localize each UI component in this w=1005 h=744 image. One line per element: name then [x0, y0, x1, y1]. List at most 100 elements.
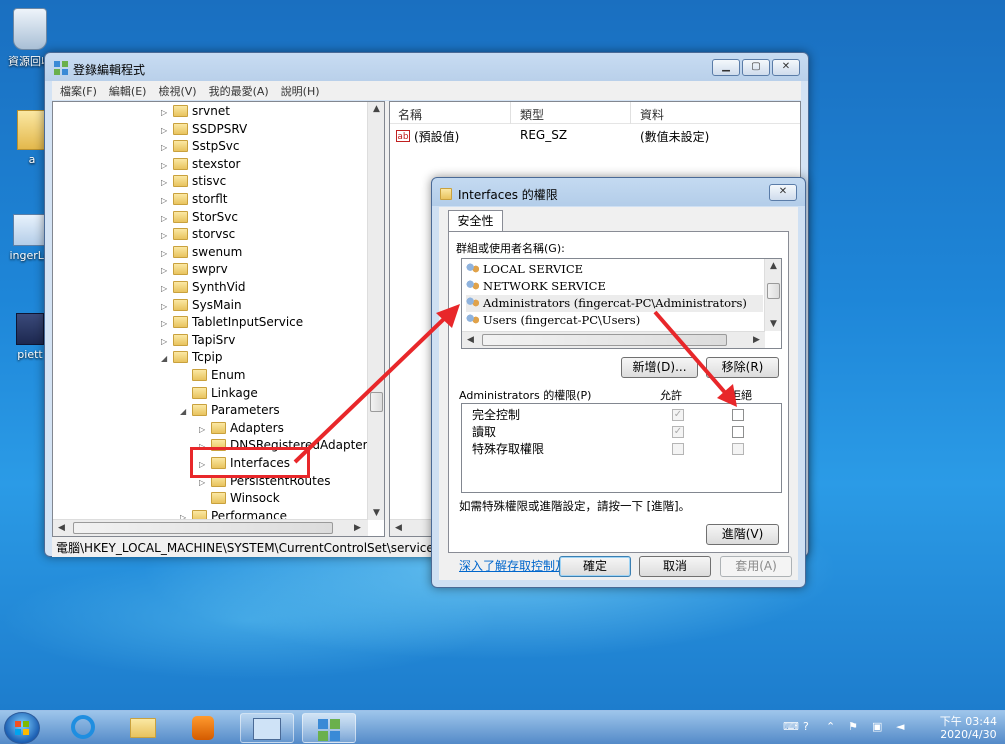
scroll-up-icon[interactable]: ▲ [765, 261, 781, 271]
keyboard-icon[interactable]: ⌨ [783, 720, 799, 734]
expand-arrow-icon[interactable]: ▷ [161, 280, 171, 297]
ok-button[interactable]: 確定 [559, 556, 631, 577]
tree-scroll-thumb[interactable] [370, 392, 383, 412]
deny-checkbox[interactable] [732, 443, 744, 455]
dialog-close-button[interactable]: ✕ [769, 184, 797, 201]
add-button[interactable]: 新增(D)... [621, 357, 698, 378]
registry-titlebar[interactable]: 登錄編輯程式 ▁ ▢ ✕ [45, 53, 808, 81]
expand-arrow-icon[interactable]: ▷ [161, 315, 171, 332]
ie-taskbar-icon[interactable] [56, 713, 110, 743]
tree-node-winsock[interactable]: Winsock [199, 490, 280, 507]
help-icon[interactable]: ? [803, 720, 817, 734]
expanded-arrow-icon[interactable]: ◢ [180, 403, 190, 420]
user-list-item[interactable]: LOCAL SERVICE [466, 261, 583, 278]
clock[interactable]: 下午 03:44 2020/4/30 [940, 715, 997, 741]
user-list-item[interactable]: Administrators (fingercat-PC\Administrat… [466, 295, 763, 312]
menu-help[interactable]: 說明(H) [281, 83, 320, 99]
flag-icon[interactable]: ⚑ [848, 720, 862, 734]
scroll-down-icon[interactable]: ▼ [765, 319, 781, 329]
tree-node-srvnet[interactable]: ▷ srvnet [161, 103, 230, 120]
user-list-item[interactable]: Users (fingercat-PC\Users) [466, 312, 640, 329]
network-tray-icon[interactable]: ▣ [872, 720, 886, 734]
chevron-icon[interactable]: ⌃ [826, 720, 840, 734]
menu-file[interactable]: 檔案(F) [60, 83, 97, 99]
tree-node-swenum[interactable]: ▷ swenum [161, 244, 242, 261]
user-hscroll-thumb[interactable] [482, 334, 727, 346]
scroll-left-icon[interactable]: ◀ [390, 523, 407, 533]
expand-arrow-icon[interactable]: ▷ [161, 298, 171, 315]
expand-arrow-icon[interactable]: ▷ [161, 245, 171, 262]
tree-node-stisvc[interactable]: ▷ stisvc [161, 173, 226, 190]
window-taskbar-icon[interactable] [240, 713, 294, 743]
tree-node-storflt[interactable]: ▷ storflt [161, 191, 228, 208]
user-list[interactable]: LOCAL SERVICE NETWORK SERVICE Administrato… [461, 258, 782, 349]
minimize-button[interactable]: ▁ [712, 59, 740, 76]
start-button[interactable] [4, 712, 40, 744]
tree-node-ssdpsrv[interactable]: ▷ SSDPSRV [161, 121, 247, 138]
allow-checkbox[interactable]: ✓ [672, 426, 684, 438]
expand-arrow-icon[interactable]: ▷ [161, 227, 171, 244]
scroll-right-icon[interactable]: ▶ [748, 335, 765, 345]
tree-node-enum[interactable]: Enum [180, 367, 245, 384]
user-scroll-thumb[interactable] [767, 283, 780, 299]
tree-node-tcpip[interactable]: ◢ Tcpip [161, 349, 222, 366]
expand-arrow-icon[interactable]: ▷ [161, 333, 171, 350]
scroll-left-icon[interactable]: ◀ [462, 335, 479, 345]
scroll-right-icon[interactable]: ▶ [349, 523, 366, 533]
tree-hscroll-thumb[interactable] [73, 522, 333, 534]
tree-node-linkage[interactable]: Linkage [180, 385, 258, 402]
tree-node-parameters[interactable]: ◢ Parameters [180, 402, 280, 419]
allow-checkbox[interactable] [672, 443, 684, 455]
column-data[interactable]: 資料 [640, 106, 664, 123]
volume-icon[interactable]: ◄ [896, 720, 910, 734]
user-list-vscroll[interactable]: ▲ ▼ [764, 259, 781, 331]
tree-node-swprv[interactable]: ▷ swprv [161, 261, 228, 278]
tree-node-storsvc[interactable]: ▷ StorSvc [161, 209, 238, 226]
tree-horizontal-scrollbar[interactable]: ◀ ▶ [53, 519, 368, 536]
menu-view[interactable]: 檢視(V) [158, 83, 196, 99]
expand-arrow-icon[interactable]: ▷ [161, 157, 171, 174]
cancel-button[interactable]: 取消 [639, 556, 711, 577]
advanced-button[interactable]: 進階(V) [706, 524, 779, 545]
expand-arrow-icon[interactable]: ▷ [161, 192, 171, 209]
tree-node-sysmain[interactable]: ▷ SysMain [161, 297, 242, 314]
menu-favorites[interactable]: 我的最愛(A) [209, 83, 269, 99]
regedit-taskbar-icon[interactable] [302, 713, 356, 743]
tab-security[interactable]: 安全性 [448, 210, 503, 232]
expand-arrow-icon[interactable]: ▷ [161, 122, 171, 139]
expanded-arrow-icon[interactable]: ◢ [161, 350, 171, 367]
value-row[interactable]: ab (預設值) REG_SZ (數值未設定) [396, 128, 800, 146]
deny-checkbox[interactable] [732, 426, 744, 438]
expand-arrow-icon[interactable]: ▷ [161, 139, 171, 156]
expand-arrow-icon[interactable]: ▷ [161, 104, 171, 121]
allow-checkbox[interactable]: ✓ [672, 409, 684, 421]
tree-node-storvsc[interactable]: ▷ storvsc [161, 226, 235, 243]
expand-arrow-icon[interactable]: ▷ [199, 421, 209, 438]
maximize-button[interactable]: ▢ [742, 59, 770, 76]
tree-vertical-scrollbar[interactable]: ▲ ▼ [367, 102, 384, 520]
expand-arrow-icon[interactable]: ▷ [161, 262, 171, 279]
tree-node-tapisrv[interactable]: ▷ TapiSrv [161, 332, 235, 349]
apply-button[interactable]: 套用(A) [720, 556, 792, 577]
explorer-taskbar-icon[interactable] [118, 713, 172, 743]
deny-checkbox[interactable] [732, 409, 744, 421]
expand-arrow-icon[interactable]: ▷ [161, 174, 171, 191]
user-list-item[interactable]: NETWORK SERVICE [466, 278, 606, 295]
column-type[interactable]: 類型 [520, 106, 544, 123]
scroll-left-icon[interactable]: ◀ [53, 523, 70, 533]
scroll-up-icon[interactable]: ▲ [368, 104, 384, 114]
tree-node-tabletinputservice[interactable]: ▷ TabletInputService [161, 314, 303, 331]
tree-node-stexstor[interactable]: ▷ stexstor [161, 156, 240, 173]
column-name[interactable]: 名稱 [398, 106, 422, 123]
tree-node-synthvid[interactable]: ▷ SynthVid [161, 279, 246, 296]
expand-arrow-icon[interactable]: ▷ [161, 210, 171, 227]
tree-node-sstpsvc[interactable]: ▷ SstpSvc [161, 138, 240, 155]
remove-button[interactable]: 移除(R) [706, 357, 779, 378]
tree-node-adapters[interactable]: ▷ Adapters [199, 420, 284, 437]
user-list-hscroll[interactable]: ◀ ▶ [462, 331, 765, 348]
media-player-taskbar-icon[interactable] [176, 713, 230, 743]
close-button[interactable]: ✕ [772, 59, 800, 76]
scroll-down-icon[interactable]: ▼ [368, 508, 384, 518]
menu-edit[interactable]: 編輯(E) [109, 83, 147, 99]
dialog-titlebar[interactable]: Interfaces 的權限 ✕ [432, 178, 805, 206]
